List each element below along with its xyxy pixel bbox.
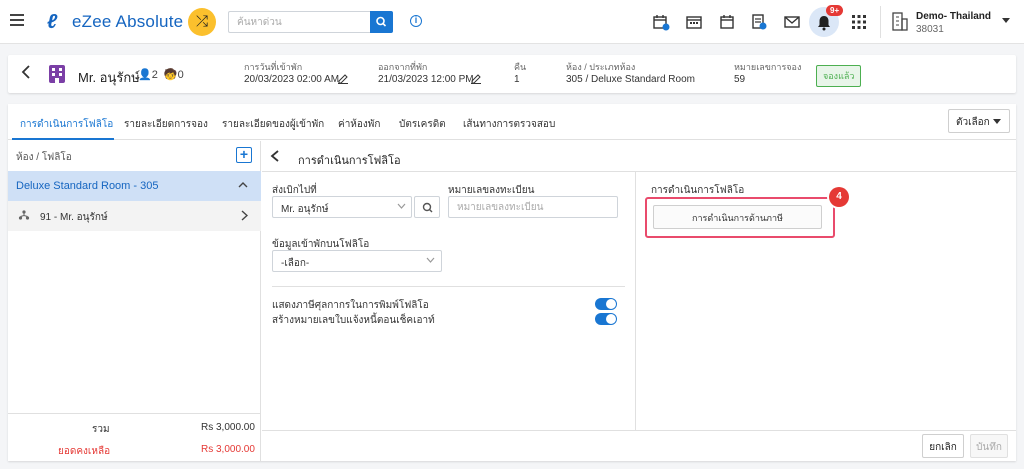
show-tax-toggle[interactable] [595, 298, 617, 310]
back-arrow-icon[interactable] [270, 150, 280, 162]
tab-folio-operations[interactable]: การดำเนินการโฟลิโอ [20, 117, 113, 132]
departure-label: ออกจากที่พัก [378, 62, 428, 72]
search-icon [422, 202, 433, 213]
search-icon [376, 16, 387, 27]
status-badge: จองแล้ว [816, 65, 862, 87]
section-title: การดำเนินการโฟลิโอ [298, 155, 401, 167]
search-input[interactable] [228, 11, 370, 33]
nights-label: คืน [514, 62, 527, 72]
hotel-code: 38031 [916, 24, 944, 35]
chevron-down-icon [993, 119, 1001, 124]
room-icon [49, 65, 65, 83]
apps-grid-icon[interactable] [852, 15, 866, 29]
folio-operations-title: การดำเนินการโฟลิโอ [651, 185, 745, 196]
calendar-add-icon[interactable] [652, 13, 670, 31]
arrival-label: การวันที่เข้าพัก [244, 62, 303, 72]
tab-credit-card[interactable]: บัตรเครดิต [399, 117, 446, 132]
invoice-number-toggle-label: สร้างหมายเลขใบแจ้งหนี้ตอนเช็คเอาท์ [272, 315, 435, 326]
nights-value: 1 [514, 74, 520, 85]
departure-value: 21/03/2023 12:00 PM [378, 74, 474, 85]
chevron-down-icon [426, 257, 435, 263]
divider [262, 171, 1016, 172]
divider [635, 172, 636, 430]
balance-label: ยอดคงเหลือ [58, 446, 111, 457]
show-tax-toggle-label: แสดงภาษีศุลกากรในการพิมพ์โฟลิโอ [272, 300, 429, 311]
building-icon [892, 12, 908, 31]
save-button-label: บันทึก [976, 442, 1002, 453]
mail-icon[interactable] [783, 13, 801, 31]
room-folio-header: ห้อง / โฟลิโอ [16, 152, 72, 163]
logo-icon: ℓ [47, 11, 58, 33]
document-icon[interactable] [750, 13, 768, 31]
folio-tree-icon [18, 210, 30, 220]
tab-booking-details[interactable]: รายละเอียดการจอง [124, 117, 208, 132]
adult-icon: 👤 [138, 69, 152, 81]
chevron-up-icon[interactable] [238, 181, 248, 189]
info-icon[interactable]: i [410, 15, 422, 27]
room-type-label: ห้อง / ประเภทห้อง [566, 62, 636, 72]
folio-item-label: 91 - Mr. อนุรักษ์ [40, 212, 108, 223]
tax-operations-button-label: การดำเนินการด้านภาษี [692, 213, 783, 223]
menu-icon[interactable] [10, 14, 24, 26]
guest-name: Mr. อนุรักษ์ [78, 70, 140, 85]
invoice-number-toggle[interactable] [595, 313, 617, 325]
balance-value: Rs 3,000.00 [201, 444, 255, 455]
divider [8, 413, 261, 414]
send-to-value: Mr. อนุรักษ์ [281, 204, 329, 215]
divider [262, 430, 1016, 431]
shuffle-icon[interactable]: ⤮ [188, 8, 216, 36]
chevron-down-icon[interactable] [1002, 18, 1010, 23]
tab-guest-details[interactable]: รายละเอียดของผู้เข้าพัก [222, 117, 324, 132]
chevron-right-icon[interactable] [241, 210, 248, 221]
search-button[interactable] [370, 11, 393, 33]
calendar-week-icon[interactable] [718, 13, 736, 31]
app-name: eZee Absolute [72, 12, 184, 31]
room-type-value: 305 / Deluxe Standard Room [566, 74, 695, 85]
arrival-value: 20/03/2023 02:00 AM [244, 74, 340, 85]
adult-count: 2 [151, 69, 158, 81]
notification-badge: 9+ [826, 5, 844, 16]
calendar-icon[interactable] [685, 13, 703, 31]
options-label: ตัวเลือก [956, 117, 990, 128]
reservation-no-label: หมายเลขการจอง [734, 62, 802, 72]
edit-icon[interactable] [471, 74, 481, 84]
total-label: รวม [92, 424, 110, 435]
reservation-no-value: 59 [734, 74, 746, 85]
send-to-search-button[interactable] [414, 196, 440, 218]
cancel-button-label: ยกเลิก [929, 442, 957, 453]
step-badge: 4 [829, 187, 849, 207]
hotel-name[interactable]: Demo- Thailand [916, 11, 991, 22]
child-count: 0 [177, 69, 184, 81]
tab-room-charges[interactable]: ค่าห้องพัก [338, 117, 380, 132]
add-folio-button[interactable]: + [236, 147, 252, 163]
child-icon: 🧒 [163, 69, 178, 81]
registration-no-input[interactable] [448, 196, 618, 218]
guest-counts: 👤2 🧒0 [138, 68, 184, 81]
active-tab-indicator [12, 138, 114, 140]
back-arrow-icon[interactable] [20, 65, 32, 79]
total-value: Rs 3,000.00 [201, 422, 255, 433]
divider [272, 286, 625, 287]
room-item-label: Deluxe Standard Room - 305 [16, 180, 159, 192]
edit-icon[interactable] [338, 74, 348, 84]
divider [880, 6, 881, 38]
chevron-down-icon [397, 203, 406, 209]
tab-audit-trail[interactable]: เส้นทางการตรวจสอบ [463, 117, 555, 132]
guest-info-value: -เลือก- [281, 258, 310, 269]
